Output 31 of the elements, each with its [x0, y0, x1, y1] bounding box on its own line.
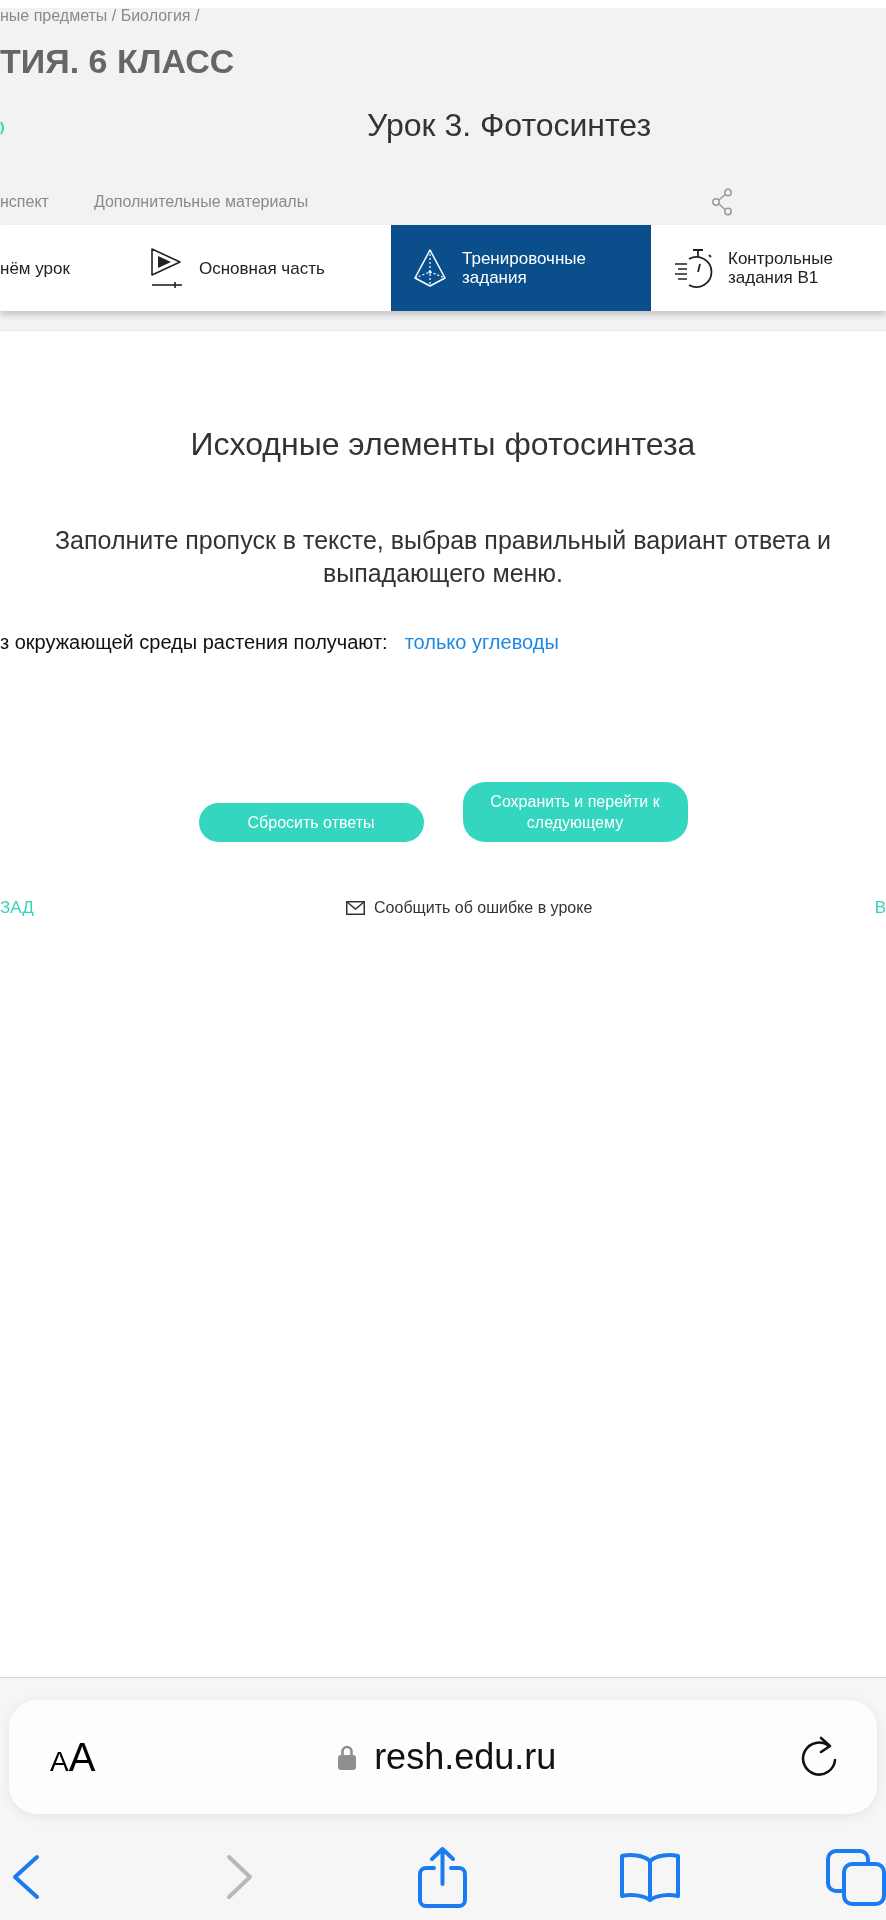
lesson-link[interactable]: нспект	[0, 192, 49, 212]
lesson-title: Урок 3. Фотосинтез	[367, 106, 652, 145]
url-text: resh.edu.ru	[374, 1737, 557, 1777]
book-icon[interactable]	[619, 1851, 681, 1903]
curve-icon	[0, 121, 5, 135]
reload-icon[interactable]	[799, 1736, 839, 1778]
report-error-link[interactable]: Сообщить об ошибке в уроке	[346, 897, 593, 919]
course-title: ТИЯ. 6 КЛАСС	[0, 41, 236, 81]
back-chevron-icon[interactable]	[11, 1854, 40, 1900]
play-icon	[150, 247, 184, 289]
section-tab[interactable]: Контрольные задания В1	[651, 225, 886, 311]
pyramid-icon	[413, 248, 447, 288]
tabs-icon[interactable]	[826, 1848, 886, 1906]
instruction-text: Заполните пропуск в тексте, выбрав правильный вариант ответа и выпадающего меню.	[54, 525, 832, 589]
text-size-button[interactable]: AA	[50, 1737, 96, 1777]
answer-dropdown[interactable]: только углеводы	[404, 630, 559, 654]
task-title: Исходные элементы фотосинтеза	[189, 425, 697, 464]
share-icon[interactable]	[711, 188, 733, 216]
envelope-icon	[346, 901, 366, 915]
breadcrumb[interactable]: ные предметы / Биология /	[0, 8, 886, 24]
lock-icon	[338, 1744, 357, 1770]
section-tab[interactable]: нём урок	[0, 225, 131, 311]
address-bar[interactable]: AA resh.edu.ru	[9, 1700, 877, 1814]
share-icon[interactable]	[418, 1846, 467, 1908]
question-text: з окружающей среды растения получают:	[0, 630, 388, 654]
stopwatch-icon	[673, 247, 713, 289]
section-tab[interactable]: Тренировочные задания	[391, 225, 651, 311]
forward-link[interactable]: В	[874, 897, 886, 919]
section-tab[interactable]: Основная часть	[131, 225, 391, 311]
back-link[interactable]: ЗАД	[0, 897, 34, 919]
lesson-link[interactable]: Дополнительные материалы	[93, 192, 309, 212]
